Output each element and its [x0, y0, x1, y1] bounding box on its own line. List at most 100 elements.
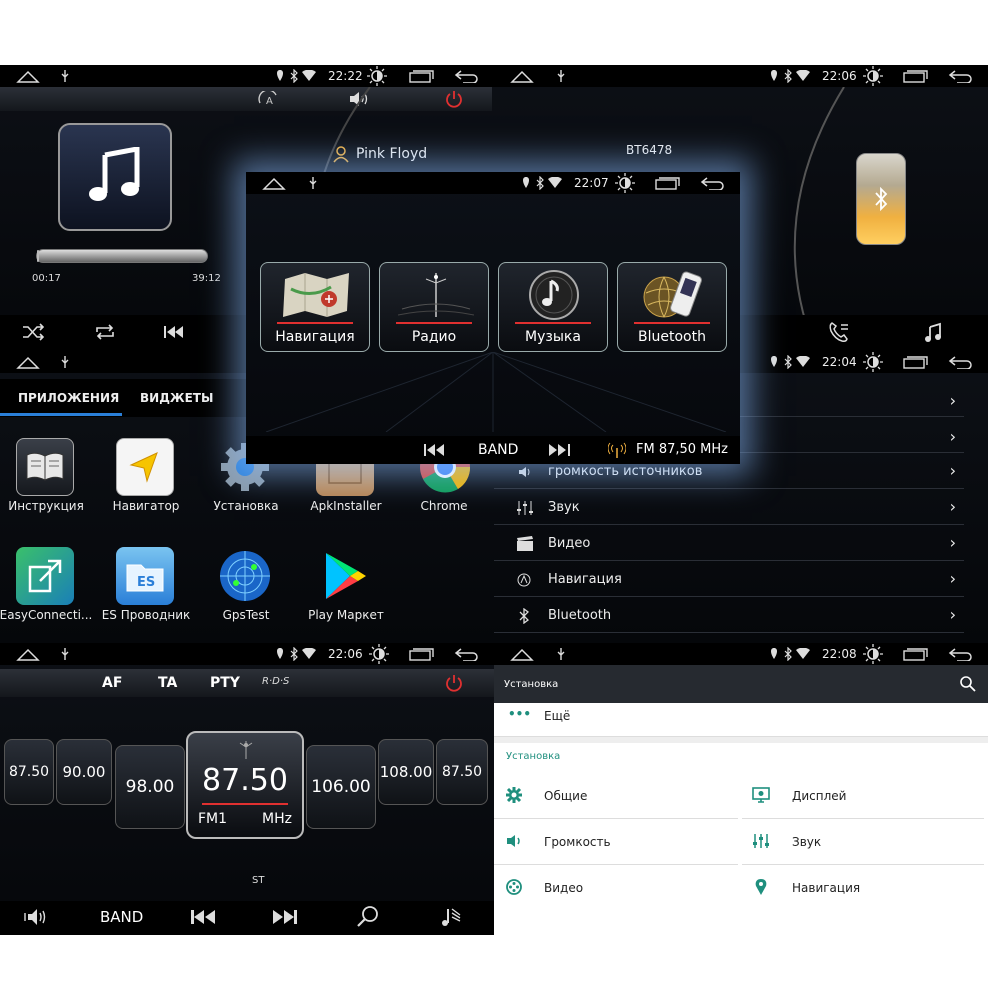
- music-disc-icon: [529, 270, 579, 320]
- seek-forward-icon[interactable]: [272, 909, 298, 925]
- recent-apps-icon[interactable]: [902, 643, 928, 665]
- brightness-icon[interactable]: [366, 65, 388, 87]
- setting-display[interactable]: Дисплей: [742, 773, 984, 819]
- brightness-icon[interactable]: [862, 351, 884, 373]
- display-icon: [752, 787, 770, 803]
- preset-frequency[interactable]: 90.00: [56, 739, 112, 805]
- brightness-icon[interactable]: [862, 643, 884, 665]
- seek-back-icon[interactable]: [424, 443, 446, 457]
- back-icon[interactable]: [946, 351, 974, 373]
- app-gpstest[interactable]: [216, 547, 274, 605]
- recent-apps-icon[interactable]: [654, 172, 680, 194]
- elapsed-time: 00:17: [32, 273, 61, 284]
- settings-row-video[interactable]: Видео ›: [494, 527, 964, 561]
- preset-frequency[interactable]: 98.00: [115, 745, 185, 829]
- screenshot-collage: 22:22 A Pink Floyd 00:17 39:12 22:06 BT6…: [0, 0, 1000, 1000]
- setting-navigation[interactable]: Навигация: [742, 865, 984, 911]
- bluetooth-status-icon: [782, 65, 794, 87]
- tile-underline: [634, 322, 710, 324]
- setting-label: Видео: [544, 881, 584, 895]
- preset-frequency[interactable]: 87.50: [436, 739, 488, 805]
- volume-icon[interactable]: [24, 907, 50, 927]
- tab-apps[interactable]: ПРИЛОЖЕНИЯ: [18, 391, 119, 405]
- setting-label: Дисплей: [792, 789, 847, 803]
- settings-row-sound[interactable]: Звук ›: [494, 491, 964, 525]
- setting-sound[interactable]: Звук: [742, 819, 984, 865]
- app-play-market[interactable]: [316, 547, 374, 605]
- search-icon[interactable]: [356, 905, 380, 929]
- band-button[interactable]: BAND: [478, 442, 518, 458]
- ta-button[interactable]: TA: [158, 675, 177, 691]
- recent-apps-icon[interactable]: [902, 65, 928, 87]
- folder-icon: ES: [126, 564, 164, 592]
- main-menu-screen: 22:07 Навигация Радио Музыка Bluetooth B…: [246, 172, 740, 464]
- setting-video[interactable]: Видео: [494, 865, 738, 911]
- chevron-right-icon: ›: [949, 461, 956, 480]
- home-icon[interactable]: [508, 65, 536, 87]
- home-icon[interactable]: [14, 65, 42, 87]
- radio-list-icon[interactable]: [440, 905, 464, 929]
- chevron-right-icon: ›: [949, 533, 956, 552]
- settings-row-navigation[interactable]: Навигация ›: [494, 563, 964, 597]
- setting-general[interactable]: Общие: [494, 773, 738, 819]
- brightness-icon[interactable]: [614, 172, 636, 194]
- tab-widgets[interactable]: ВИДЖЕТЫ: [140, 391, 213, 405]
- af-button[interactable]: AF: [102, 675, 122, 691]
- seek-forward-icon[interactable]: [548, 443, 570, 457]
- back-icon[interactable]: [452, 65, 480, 87]
- radio-tower-icon: [398, 273, 474, 317]
- app-manual[interactable]: [16, 438, 74, 496]
- back-icon[interactable]: [946, 65, 974, 87]
- band-label: FM1: [198, 811, 228, 827]
- seek-back-icon[interactable]: [190, 909, 216, 925]
- preset-frequency[interactable]: 106.00: [306, 745, 376, 829]
- recent-apps-icon[interactable]: [408, 65, 434, 87]
- status-bar: 22:22: [0, 65, 494, 87]
- home-icon[interactable]: [14, 351, 42, 373]
- status-bar: 22:06: [494, 65, 988, 87]
- album-art: [58, 123, 172, 231]
- settings-row-label: Навигация: [548, 572, 622, 587]
- tile-music[interactable]: Музыка: [498, 262, 608, 352]
- volume-icon: [519, 467, 530, 477]
- brightness-icon[interactable]: [862, 65, 884, 87]
- search-icon[interactable]: [960, 676, 976, 692]
- tile-navigation[interactable]: Навигация: [260, 262, 370, 352]
- source-a-icon[interactable]: A: [258, 89, 280, 111]
- settings-row-label: Звук: [548, 500, 580, 515]
- settings-more-row[interactable]: ••• Ещё: [494, 703, 988, 737]
- equalizer-icon: [753, 834, 769, 848]
- previous-track-icon[interactable]: [163, 324, 185, 344]
- setting-volume[interactable]: Громкость: [494, 819, 738, 865]
- pty-button[interactable]: PTY: [210, 675, 240, 691]
- shuffle-icon[interactable]: [22, 323, 45, 345]
- tile-bluetooth[interactable]: Bluetooth: [617, 262, 727, 352]
- recent-apps-icon[interactable]: [408, 643, 434, 665]
- brightness-icon[interactable]: [368, 643, 390, 665]
- more-label: Ещё: [544, 709, 571, 723]
- home-icon[interactable]: [14, 643, 42, 665]
- app-label: Инструкция: [8, 499, 84, 513]
- home-icon[interactable]: [508, 643, 536, 665]
- repeat-icon[interactable]: [94, 323, 116, 345]
- app-easyconnection[interactable]: [16, 547, 74, 605]
- back-icon[interactable]: [698, 172, 726, 194]
- clock: 22:04: [822, 355, 857, 369]
- preset-frequency[interactable]: 87.50: [4, 739, 54, 805]
- tile-radio[interactable]: Радио: [379, 262, 489, 352]
- band-button[interactable]: BAND: [100, 908, 143, 926]
- preset-frequency[interactable]: 108.00: [378, 739, 434, 805]
- call-log-icon[interactable]: [828, 321, 850, 347]
- settings-row-bluetooth[interactable]: Bluetooth ›: [494, 599, 964, 633]
- total-time: 39:12: [192, 273, 221, 284]
- home-icon[interactable]: [260, 172, 288, 194]
- progress-bar[interactable]: [36, 249, 208, 263]
- back-icon[interactable]: [946, 643, 974, 665]
- app-es-explorer[interactable]: ES: [116, 547, 174, 605]
- power-icon[interactable]: [445, 674, 463, 692]
- bt-music-icon[interactable]: [924, 321, 946, 347]
- back-icon[interactable]: [452, 643, 480, 665]
- app-navigator[interactable]: [116, 438, 174, 496]
- recent-apps-icon[interactable]: [902, 351, 928, 373]
- clock: 22:22: [328, 69, 363, 83]
